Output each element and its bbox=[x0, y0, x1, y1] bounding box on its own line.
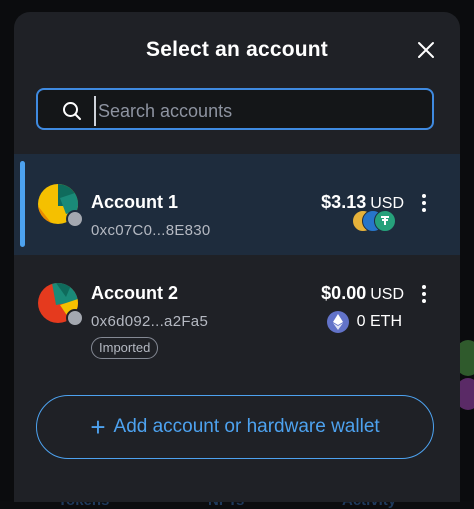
account-address: 0xc07C0...8E830 bbox=[91, 222, 211, 239]
add-account-button[interactable]: + Add account or hardware wallet bbox=[36, 395, 434, 459]
selected-indicator bbox=[20, 161, 25, 247]
account-options-button[interactable] bbox=[418, 192, 430, 214]
token-balance: 0 ETH bbox=[326, 311, 402, 333]
add-account-label: Add account or hardware wallet bbox=[113, 416, 380, 437]
account-balance: $0.00 USD bbox=[321, 283, 404, 304]
search-input[interactable] bbox=[94, 96, 420, 126]
balance-currency: USD bbox=[370, 286, 404, 303]
avatar bbox=[38, 184, 84, 228]
account-name: Account 1 bbox=[91, 192, 179, 212]
account-row-account-1[interactable]: Account 1 0xc07C0...8E830 $3.13 USD bbox=[14, 154, 460, 255]
account-type-badge bbox=[66, 309, 84, 327]
close-button[interactable] bbox=[414, 38, 438, 62]
avatar bbox=[38, 283, 84, 327]
account-name: Account 2 bbox=[91, 283, 179, 303]
modal-title: Select an account bbox=[146, 38, 328, 61]
plus-icon: + bbox=[90, 412, 106, 442]
search-icon bbox=[63, 102, 81, 120]
eth-token-icon bbox=[326, 311, 349, 333]
account-address: 0x6d092...a2Fa5 bbox=[91, 313, 209, 330]
token-icons bbox=[352, 210, 398, 232]
select-account-modal: Select an account Acco bbox=[14, 12, 460, 502]
tether-token-icon bbox=[374, 210, 396, 232]
account-row-account-2[interactable]: Account 2 0x6d092...a2Fa5 Imported $0.00… bbox=[14, 255, 460, 380]
balance-amount: $3.13 bbox=[321, 192, 367, 212]
search-box[interactable] bbox=[36, 88, 434, 130]
account-options-button[interactable] bbox=[418, 283, 430, 305]
close-icon bbox=[418, 42, 434, 58]
token-amount: 0 ETH bbox=[356, 313, 402, 330]
account-type-badge bbox=[66, 210, 84, 228]
balance-amount: $0.00 bbox=[321, 283, 367, 303]
imported-badge: Imported bbox=[91, 337, 159, 359]
